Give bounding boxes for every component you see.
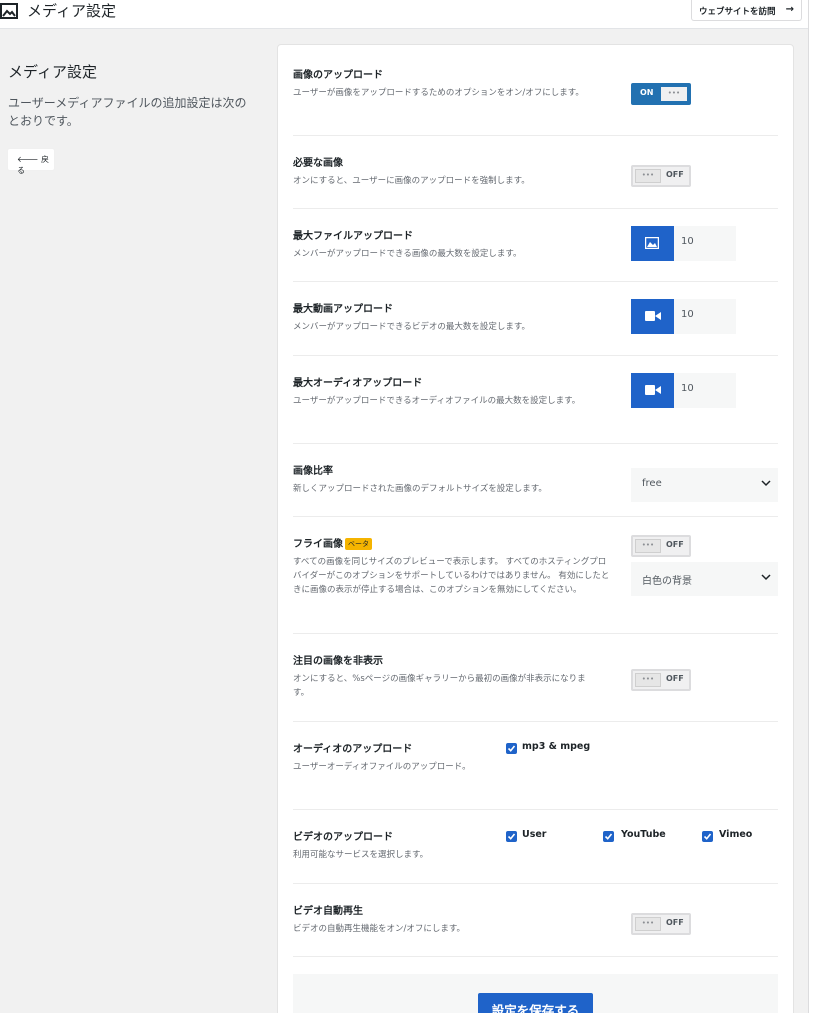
youtube-label: YouTube xyxy=(621,829,666,840)
fly-image-toggle[interactable]: ••• OFF xyxy=(631,535,691,557)
image-icon xyxy=(631,226,674,261)
user-checkbox[interactable] xyxy=(506,831,517,842)
setting-video-upload: ビデオのアップロード 利用可能なサービスを選択します。 User YouTube… xyxy=(293,810,778,884)
setting-description: メンバーがアップロードできる画像の最大数を設定します。 xyxy=(293,249,522,259)
required-image-toggle[interactable]: ••• OFF xyxy=(631,165,691,187)
save-settings-button[interactable]: 設定を保存する xyxy=(478,993,593,1013)
setting-title: 最大動画アップロード xyxy=(293,304,393,315)
setting-description: オンにすると、ユーザーに画像のアップロードを強制します。 xyxy=(293,176,530,186)
vimeo-checkbox[interactable] xyxy=(702,831,713,842)
setting-description: ユーザーオーディオファイルのアップロード。 xyxy=(293,762,471,772)
setting-title: 画像比率 xyxy=(293,466,333,477)
max-file-upload-value: 10 xyxy=(681,236,694,247)
max-video-upload-field[interactable]: 10 xyxy=(631,299,736,334)
max-file-upload-field[interactable]: 10 xyxy=(631,226,736,261)
max-audio-upload-value: 10 xyxy=(681,383,694,394)
setting-title: 注目の画像を非表示 xyxy=(293,656,383,667)
setting-description: ユーザーがアップロードできるオーディオファイルの最大数を設定します。 xyxy=(293,396,581,406)
setting-description: すべての画像を同じサイズのプレビューで表示します。 すべてのホスティングプロバイ… xyxy=(293,557,610,595)
setting-max-video-upload: 最大動画アップロード メンバーがアップロードできるビデオの最大数を設定します。 … xyxy=(293,282,778,356)
setting-hide-featured: 注目の画像を非表示 オンにすると、%sページの画像ギャラリーから最初の画像が非表… xyxy=(293,634,778,722)
setting-required-image: 必要な画像 オンにすると、ユーザーに画像のアップロードを強制します。 ••• O… xyxy=(293,136,778,209)
section-title: メディア設定 xyxy=(8,63,97,81)
chevron-down-icon xyxy=(761,480,771,487)
setting-video-autoplay: ビデオ自動再生 ビデオの自動再生機能をオン/オフにします。 ••• OFF xyxy=(293,884,778,957)
scrollbar[interactable] xyxy=(808,0,827,1013)
toggle-knob: ••• xyxy=(661,87,687,101)
setting-max-audio-upload: 最大オーディオアップロード ユーザーがアップロードできるオーディオファイルの最大… xyxy=(293,356,778,444)
setting-title: フライ画像 ベータ xyxy=(293,535,372,550)
setting-image-ratio: 画像比率 新しくアップロードされた画像のデフォルトサイズを設定します。 free xyxy=(293,444,778,517)
page-title: メディア設定 xyxy=(27,2,116,20)
toggle-knob: ••• xyxy=(635,673,661,687)
toggle-knob: ••• xyxy=(635,539,661,553)
visit-site-button[interactable]: ウェブサイトを訪問 → xyxy=(691,0,802,21)
visit-site-label: ウェブサイトを訪問 xyxy=(699,7,776,17)
setting-description: ユーザーが画像をアップロードするためのオプションをオン/オフにします。 xyxy=(293,88,584,98)
setting-title: 必要な画像 xyxy=(293,158,343,169)
setting-image-upload: 画像のアップロード ユーザーが画像をアップロードするためのオプションをオン/オフ… xyxy=(293,56,778,136)
setting-fly-image: フライ画像 ベータ すべての画像を同じサイズのプレビューで表示します。 すべてのホ… xyxy=(293,517,778,634)
setting-description: オンにすると、%sページの画像ギャラリーから最初の画像が非表示になります。 xyxy=(293,674,586,698)
hide-featured-toggle[interactable]: ••• OFF xyxy=(631,669,691,691)
image-ratio-select[interactable]: free xyxy=(631,468,778,502)
arrow-right-icon: → xyxy=(785,4,794,15)
section-description: ユーザーメディアファイルの追加設定は次のとおりです。 xyxy=(8,96,247,128)
youtube-checkbox[interactable] xyxy=(603,831,614,842)
toggle-knob: ••• xyxy=(635,169,661,183)
setting-title: ビデオ自動再生 xyxy=(293,906,363,917)
fly-image-background-select[interactable]: 白色の背景 xyxy=(631,562,778,596)
top-bar: メディア設定 ウェブサイトを訪問 → xyxy=(0,0,808,29)
setting-title: 画像のアップロード xyxy=(293,70,383,81)
setting-title: 最大オーディオアップロード xyxy=(293,378,423,389)
image-upload-toggle[interactable]: ON ••• xyxy=(631,83,691,105)
setting-audio-upload: オーディオのアップロード ユーザーオーディオファイルのアップロード。 mp3 &… xyxy=(293,722,778,810)
setting-title: 最大ファイルアップロード xyxy=(293,231,413,242)
fly-image-background-value: 白色の背景 xyxy=(642,576,692,587)
setting-description: 利用可能なサービスを選択します。 xyxy=(293,850,429,860)
setting-title: ビデオのアップロード xyxy=(293,832,393,843)
mp3-label: mp3 & mpeg xyxy=(522,741,591,752)
setting-title: オーディオのアップロード xyxy=(293,744,413,755)
video-autoplay-toggle[interactable]: ••• OFF xyxy=(631,913,691,935)
vimeo-label: Vimeo xyxy=(719,829,753,840)
beta-badge: ベータ xyxy=(345,538,372,550)
image-ratio-value: free xyxy=(642,478,662,489)
max-audio-upload-field[interactable]: 10 xyxy=(631,373,736,408)
mp3-checkbox[interactable] xyxy=(506,743,517,754)
setting-max-file-upload: 最大ファイルアップロード メンバーがアップロードできる画像の最大数を設定します。… xyxy=(293,209,778,282)
setting-description: メンバーがアップロードできるビデオの最大数を設定します。 xyxy=(293,322,530,332)
chevron-down-icon xyxy=(761,574,771,581)
back-button[interactable]: 🡐 戻る xyxy=(8,149,54,175)
media-icon xyxy=(0,3,18,19)
video-camera-icon xyxy=(631,373,674,408)
video-camera-icon xyxy=(631,299,674,334)
max-video-upload-value: 10 xyxy=(681,309,694,320)
setting-description: 新しくアップロードされた画像のデフォルトサイズを設定します。 xyxy=(293,484,547,494)
user-label: User xyxy=(522,829,547,840)
save-panel: 設定を保存する xyxy=(293,974,778,1013)
toggle-knob: ••• xyxy=(635,917,661,931)
setting-description: ビデオの自動再生機能をオン/オフにします。 xyxy=(293,924,466,934)
